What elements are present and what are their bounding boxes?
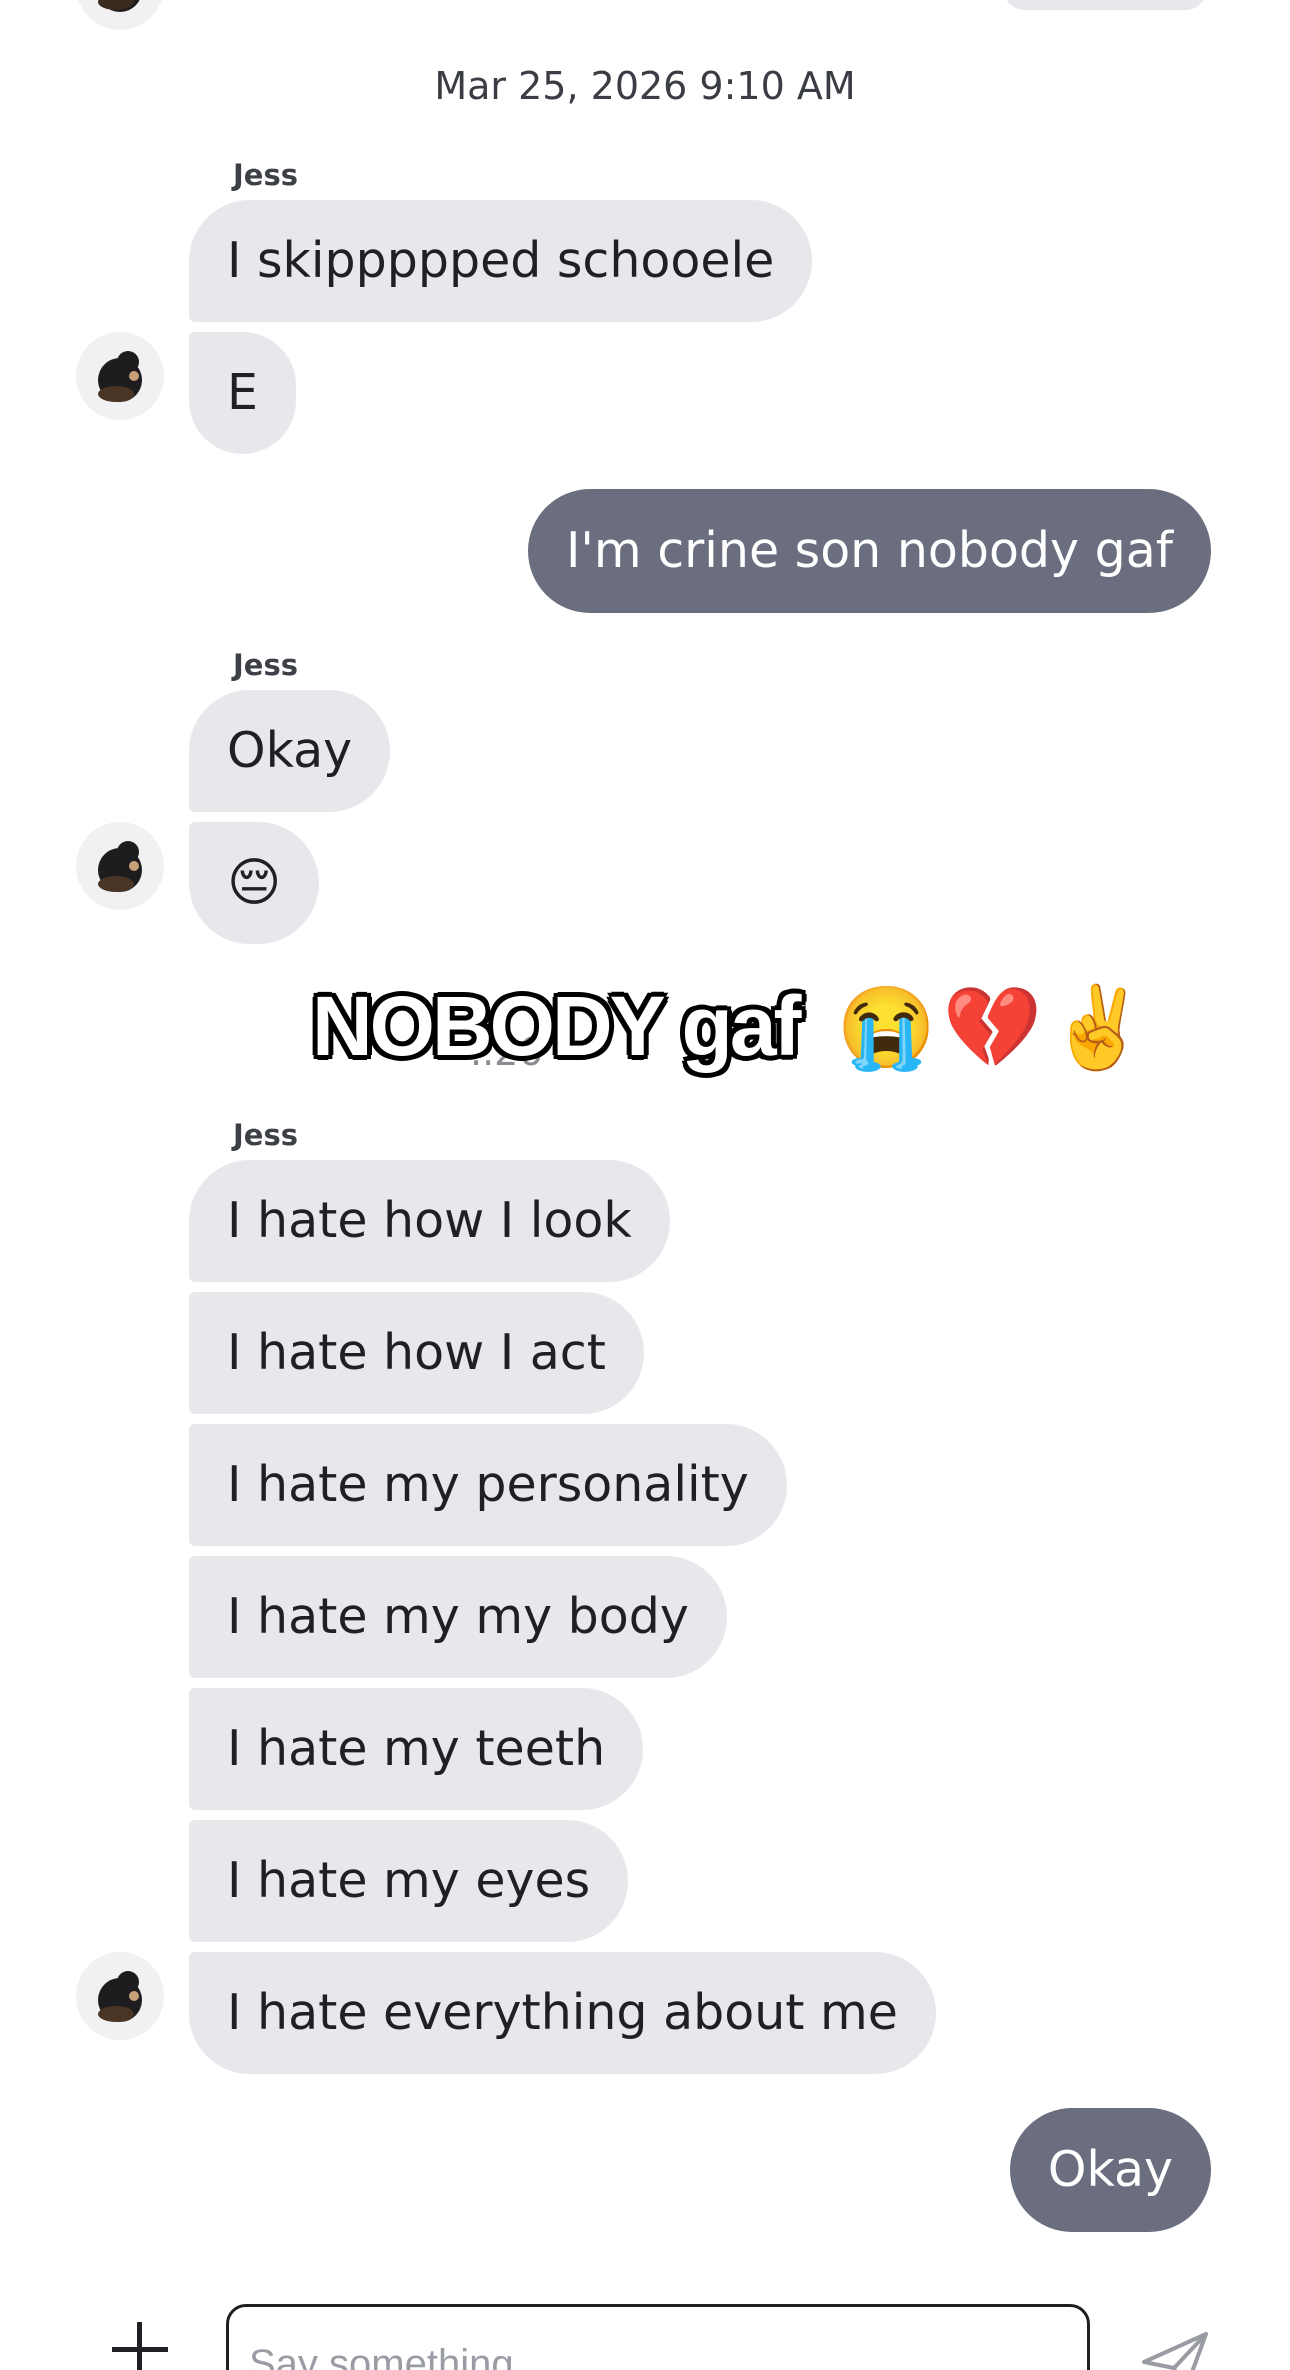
outgoing-bubble[interactable]: I'm crine son nobody gaf <box>527 489 1211 613</box>
message-input[interactable] <box>226 2304 1090 2370</box>
timestamp: Mar 25, 2026 9:10 AM <box>434 64 856 108</box>
message-bubble[interactable]: I hate everything about me <box>189 1952 936 2074</box>
sender-name: Jess <box>233 158 298 192</box>
avatar[interactable] <box>76 332 164 420</box>
message-bubble[interactable]: I hate how I look <box>189 1160 670 1282</box>
avatar[interactable] <box>76 1952 164 2040</box>
caption-emojis: 😭💔✌️ <box>836 983 1154 1072</box>
message-bubble[interactable]: I hate my eyes <box>189 1820 629 1942</box>
message-bubble[interactable]: I skippppped schooele <box>189 200 813 322</box>
sender-name: Jess <box>233 1118 298 1152</box>
outgoing-bubble[interactable]: Okay <box>1009 2108 1211 2232</box>
message-bubble[interactable]: I hate my personality <box>189 1424 787 1546</box>
message-bubble[interactable]: 😔 <box>189 822 320 944</box>
message-bubble[interactable]: Okay <box>189 690 391 812</box>
caption-text: NOBODY gaf <box>312 979 802 1073</box>
plus-icon[interactable] <box>110 2320 170 2370</box>
avatar[interactable] <box>76 0 164 30</box>
message-bubble[interactable]: I hate how I act <box>189 1292 644 1414</box>
cropped-outgoing-bubble <box>1004 0 1206 10</box>
avatar[interactable] <box>76 822 164 910</box>
sender-name: Jess <box>233 648 298 682</box>
message-bubble[interactable]: E <box>189 332 296 454</box>
message-bubble[interactable]: I hate my teeth <box>189 1688 644 1810</box>
video-caption: NOBODY gaf 😭💔✌️ <box>312 978 1154 1075</box>
send-icon[interactable] <box>1140 2328 1210 2370</box>
message-bubble[interactable]: I hate my my body <box>189 1556 727 1678</box>
